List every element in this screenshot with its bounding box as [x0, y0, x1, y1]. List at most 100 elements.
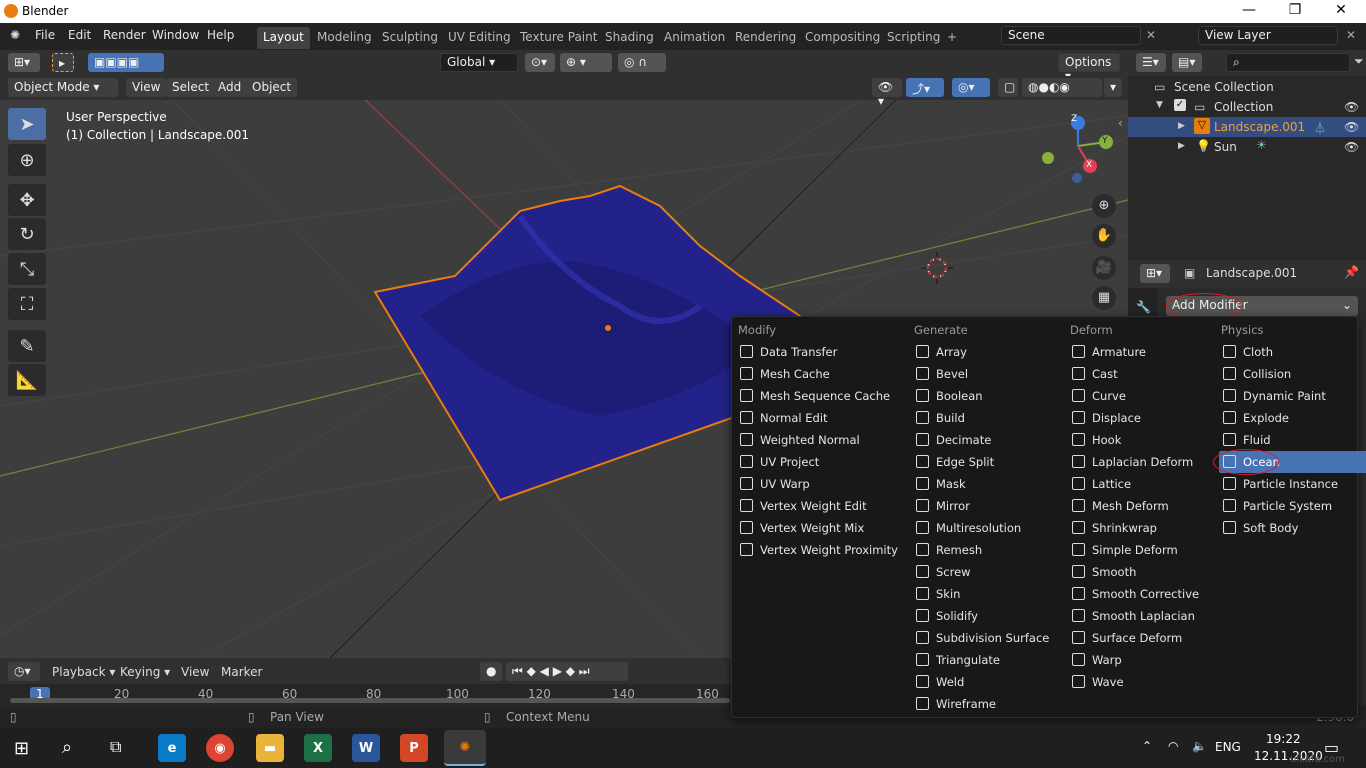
modifier-item-remesh[interactable]: Remesh [912, 539, 1062, 561]
timeline-editor-icon[interactable]: ◷▾ [8, 662, 40, 681]
modifier-item-edge-split[interactable]: Edge Split [912, 451, 1062, 473]
volume-icon[interactable]: 🔈 [1192, 739, 1207, 753]
modifier-item-vertex-weight-edit[interactable]: Vertex Weight Edit [736, 495, 886, 517]
tab-sculpting[interactable]: Sculpting [376, 27, 444, 49]
modifier-item-armature[interactable]: Armature [1068, 341, 1218, 363]
visibility-eye-icon[interactable]: 👁 [1344, 120, 1359, 134]
modifier-item-decimate[interactable]: Decimate [912, 429, 1062, 451]
chrome-browser-icon[interactable]: ◉ [206, 734, 234, 762]
modifier-item-weld[interactable]: Weld [912, 671, 1062, 693]
select-menu[interactable]: Select [166, 78, 216, 97]
modifier-item-normal-edit[interactable]: Normal Edit [736, 407, 886, 429]
modifier-item-weighted-normal[interactable]: Weighted Normal [736, 429, 886, 451]
gizmo-x-label[interactable]: X [1086, 160, 1092, 170]
rotate-tool-icon[interactable]: ↻ [8, 218, 46, 250]
modifier-item-uv-warp[interactable]: UV Warp [736, 473, 886, 495]
modifier-item-subdivision-surface[interactable]: Subdivision Surface [912, 627, 1062, 649]
pin-icon[interactable]: 📌 [1344, 265, 1359, 279]
annotate-tool-icon[interactable]: ✎ [8, 330, 46, 362]
zoom-icon[interactable]: ⊕ [1092, 194, 1116, 218]
tab-animation[interactable]: Animation [658, 27, 731, 49]
transform-tool-icon[interactable]: ⛶ [8, 288, 46, 320]
modifier-item-fluid[interactable]: Fluid [1219, 429, 1366, 451]
modifier-item-uv-project[interactable]: UV Project [736, 451, 886, 473]
modifier-item-multiresolution[interactable]: Multiresolution [912, 517, 1062, 539]
ortho-toggle-icon[interactable]: ▦ [1092, 286, 1116, 310]
excel-icon[interactable]: X [304, 734, 332, 762]
modifier-item-smooth-laplacian[interactable]: Smooth Laplacian [1068, 605, 1218, 627]
modifier-item-smooth-corrective[interactable]: Smooth Corrective [1068, 583, 1218, 605]
pan-hand-icon[interactable]: ✋ [1092, 224, 1116, 248]
notification-icon[interactable]: ▭ [1324, 738, 1339, 757]
selection-mode-buttons[interactable]: ▣▣▣▣ [88, 53, 164, 72]
powerpoint-icon[interactable]: P [400, 734, 428, 762]
word-icon[interactable]: W [352, 734, 380, 762]
sidebar-toggle-icon[interactable]: ‹ [1118, 116, 1123, 130]
menu-render[interactable]: Render [103, 28, 146, 42]
view-menu[interactable]: View [126, 78, 167, 97]
file-explorer-icon[interactable]: ▬ [256, 734, 284, 762]
modifier-item-simple-deform[interactable]: Simple Deform [1068, 539, 1218, 561]
timeline-scrollbar[interactable] [10, 698, 730, 703]
modifier-item-wireframe[interactable]: Wireframe [912, 693, 1062, 715]
language-indicator[interactable]: ENG [1215, 740, 1241, 754]
camera-view-icon[interactable]: 🎥 [1092, 256, 1116, 280]
modifier-item-displace[interactable]: Displace [1068, 407, 1218, 429]
modifier-item-warp[interactable]: Warp [1068, 649, 1218, 671]
outliner-editor-icon[interactable]: ☰▾ [1136, 53, 1166, 72]
measure-tool-icon[interactable]: 📐 [8, 364, 46, 396]
visibility-eye-icon[interactable]: 👁 [1344, 140, 1359, 154]
modifier-item-mirror[interactable]: Mirror [912, 495, 1062, 517]
expand-arrow-icon[interactable]: ▼ [1156, 100, 1163, 110]
gizmo-toggle-icon[interactable]: ⤴▾ [906, 78, 944, 97]
filter-icon[interactable]: ⏷ [1354, 54, 1364, 69]
menu-edit[interactable]: Edit [68, 28, 91, 42]
pivot-point-icon[interactable]: ⊙▾ [525, 53, 555, 72]
tab-compositing[interactable]: Compositing [799, 27, 886, 49]
add-menu[interactable]: Add [212, 78, 248, 97]
modifier-item-dynamic-paint[interactable]: Dynamic Paint [1219, 385, 1366, 407]
close-button[interactable]: ✕ [1318, 2, 1364, 22]
sun-data-icon[interactable]: ☀ [1256, 138, 1267, 152]
properties-editor-icon[interactable]: ⊞▾ [1140, 264, 1170, 283]
search-icon[interactable]: ⌕ [62, 737, 72, 758]
expand-arrow-icon[interactable]: ▶ [1178, 121, 1185, 131]
modifier-item-build[interactable]: Build [912, 407, 1062, 429]
menu-help[interactable]: Help [207, 28, 234, 42]
modifier-item-mesh-deform[interactable]: Mesh Deform [1068, 495, 1218, 517]
clock-time[interactable]: 19:22 [1266, 732, 1301, 746]
modifier-item-screw[interactable]: Screw [912, 561, 1062, 583]
modifier-item-particle-system[interactable]: Particle System [1219, 495, 1366, 517]
scene-selector[interactable]: Scene [1001, 26, 1141, 45]
modifier-item-collision[interactable]: Collision [1219, 363, 1366, 385]
modifier-item-explode[interactable]: Explode [1219, 407, 1366, 429]
blender-menu-icon[interactable]: ✺ [10, 28, 20, 42]
modifier-item-smooth[interactable]: Smooth [1068, 561, 1218, 583]
modifier-item-array[interactable]: Array [912, 341, 1062, 363]
tab-texture-paint[interactable]: Texture Paint [514, 27, 603, 49]
outliner-row-sun[interactable]: ▶ 💡 Sun ☀ 👁 [1128, 137, 1366, 157]
checkbox-icon[interactable]: ✓ [1174, 99, 1186, 111]
object-menu[interactable]: Object [246, 78, 298, 97]
modifier-item-skin[interactable]: Skin [912, 583, 1062, 605]
modifier-wrench-icon[interactable]: 🔧 [1136, 300, 1151, 314]
select-tool-icon[interactable]: ➤ [8, 108, 46, 140]
modifier-item-laplacian-deform[interactable]: Laplacian Deform [1068, 451, 1218, 473]
keying-menu[interactable]: Keying ▾ [120, 665, 170, 679]
shading-options-icon[interactable]: ▾ [1104, 78, 1122, 97]
outliner-search-input[interactable]: ⌕ [1226, 53, 1350, 72]
modifier-item-lattice[interactable]: Lattice [1068, 473, 1218, 495]
wifi-icon[interactable]: ◠ [1168, 739, 1178, 753]
options-dropdown[interactable]: Options ▾ [1058, 53, 1120, 83]
tray-chevron-icon[interactable]: ⌃ [1142, 739, 1152, 753]
view-layer-selector[interactable]: View Layer [1198, 26, 1338, 45]
modifier-item-data-transfer[interactable]: Data Transfer [736, 341, 886, 363]
modifier-item-mesh-cache[interactable]: Mesh Cache [736, 363, 886, 385]
tab-shading[interactable]: Shading [599, 27, 660, 49]
shading-mode-icons[interactable]: ◍●◐◉ [1022, 78, 1102, 97]
modifier-item-shrinkwrap[interactable]: Shrinkwrap [1068, 517, 1218, 539]
maximize-button[interactable]: ❐ [1272, 2, 1318, 22]
xray-icon[interactable]: ▢ [998, 78, 1018, 97]
modifier-item-triangulate[interactable]: Triangulate [912, 649, 1062, 671]
menu-file[interactable]: File [35, 28, 55, 42]
